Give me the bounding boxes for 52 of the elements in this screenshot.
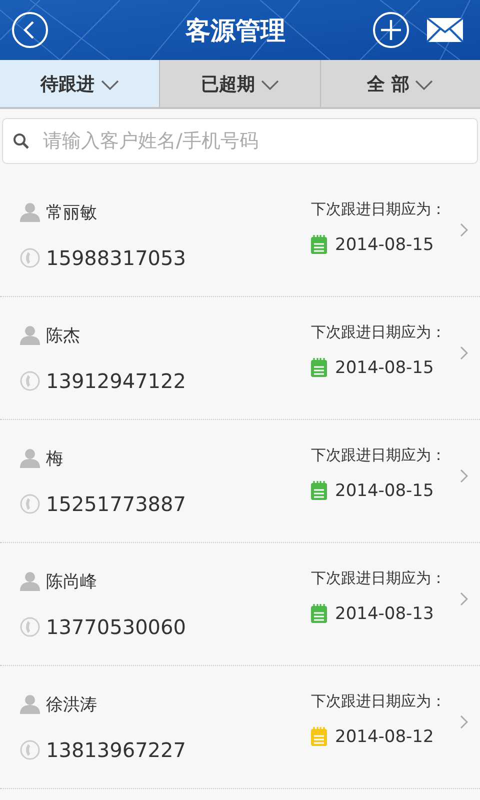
chevron-right-icon [460, 346, 468, 360]
follow-up-date: 2014-08-15 [335, 480, 434, 500]
client-name: 陈杰 [46, 324, 80, 346]
chevron-down-icon [260, 80, 279, 90]
phone-icon [20, 738, 40, 760]
date-label: 下次跟进日期应为： [311, 568, 446, 588]
client-row[interactable]: 常丽敏 15988317053 下次跟进日期应为： 2014-08-15 [0, 174, 480, 297]
filter-tab[interactable]: 全 部 [320, 60, 480, 107]
person-icon [20, 448, 40, 468]
client-row[interactable]: 徐洪涛 13813967227 下次跟进日期应为： 2014-08-12 [0, 666, 480, 789]
chevron-right-icon [460, 469, 468, 483]
chevron-right-icon [460, 592, 468, 606]
follow-up-date: 2014-08-15 [335, 358, 434, 378]
phone-icon [20, 616, 40, 638]
phone-number: 13770530060 [46, 614, 186, 638]
filter-tab[interactable]: 待跟进 [0, 60, 160, 107]
date-label: 下次跟进日期应为： [311, 446, 446, 464]
phone-icon [20, 492, 40, 514]
follow-up-date: 2014-08-12 [335, 726, 434, 746]
chevron-down-icon [415, 80, 434, 90]
phone-number: 13912947122 [46, 368, 186, 392]
person-icon [20, 694, 40, 714]
date-label: 下次跟进日期应为： [311, 322, 446, 342]
phone-number: 15988317053 [46, 246, 186, 270]
chevron-right-icon [460, 715, 468, 729]
chevron-down-icon [100, 80, 119, 90]
add-icon[interactable] [372, 11, 410, 49]
phone-icon [20, 246, 40, 268]
date-label: 下次跟进日期应为： [311, 692, 446, 710]
mail-icon[interactable] [426, 17, 464, 43]
date-label: 下次跟进日期应为： [311, 200, 446, 218]
filter-tab[interactable]: 已超期 [160, 60, 321, 107]
phone-icon [20, 370, 40, 392]
person-icon [20, 571, 40, 591]
client-name: 梅 [46, 448, 63, 470]
client-row[interactable]: 梅 15251773887 下次跟进日期应为： 2014-08-15 [0, 420, 480, 543]
search-field[interactable]: 请输入客户姓名/手机号码 [2, 118, 478, 164]
page-title: 客源管理 [184, 14, 286, 46]
client-row[interactable]: 陈尚峰 13770530060 下次跟进日期应为： 2014-08-13 [0, 543, 480, 666]
follow-up-date: 2014-08-13 [335, 604, 434, 624]
person-icon [20, 202, 40, 222]
back-icon[interactable] [11, 11, 49, 49]
chevron-right-icon [460, 223, 468, 237]
person-icon [20, 325, 40, 345]
follow-up-date: 2014-08-15 [335, 234, 434, 254]
phone-number: 13813967227 [46, 738, 186, 762]
search-icon [13, 133, 29, 149]
client-name: 常丽敏 [46, 202, 97, 224]
client-name: 徐洪涛 [46, 694, 97, 716]
client-row[interactable]: 陈杰 13912947122 下次跟进日期应为： 2014-08-15 [0, 297, 480, 420]
phone-number: 15251773887 [46, 492, 186, 516]
client-name: 陈尚峰 [46, 570, 97, 592]
